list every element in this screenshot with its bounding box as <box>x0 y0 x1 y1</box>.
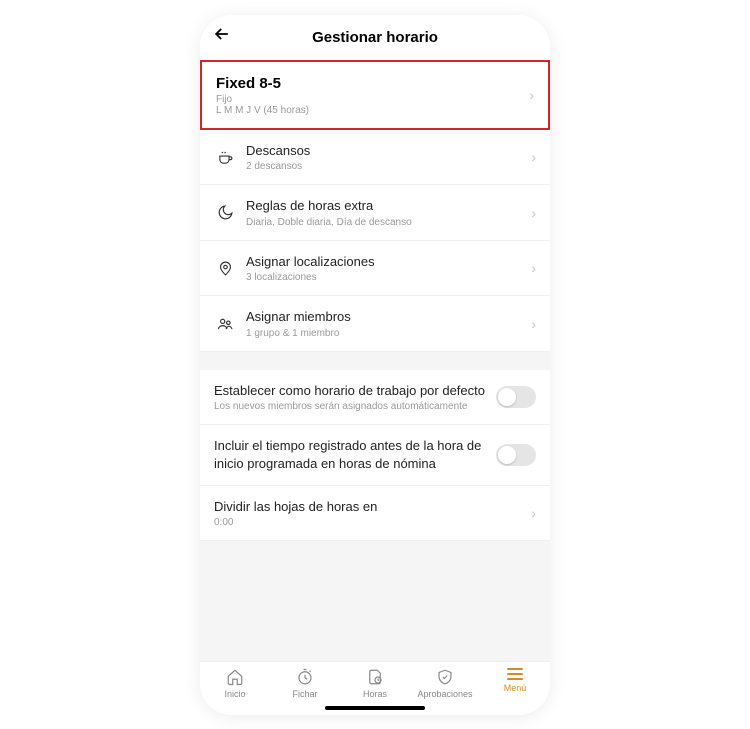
split-sheets-title: Dividir las hojas de horas en <box>214 498 523 516</box>
page-title: Gestionar horario <box>212 29 538 46</box>
stopwatch-icon <box>296 668 314 686</box>
members-title: Asignar miembros <box>246 308 523 326</box>
tab-home-label: Inicio <box>224 689 245 699</box>
cup-icon <box>214 146 236 168</box>
overtime-title: Reglas de horas extra <box>246 197 523 215</box>
tab-clock[interactable]: Fichar <box>270 668 340 699</box>
include-before-title: Incluir el tiempo registrado antes de la… <box>214 437 488 472</box>
section-gap <box>200 352 550 370</box>
overtime-sub: Diaria, Doble diaria, Día de descanso <box>246 217 523 228</box>
schedule-type: Fijo <box>216 94 521 105</box>
members-sub: 1 grupo & 1 miembro <box>246 328 523 339</box>
split-sheets-row[interactable]: Dividir las hojas de horas en 0:00 › <box>200 486 550 542</box>
split-sheets-value: 0:00 <box>214 517 523 528</box>
back-button[interactable] <box>212 24 232 50</box>
chevron-right-icon: › <box>531 316 536 332</box>
document-clock-icon <box>366 668 384 686</box>
default-schedule-sub: Los nuevos miembros serán asignados auto… <box>214 401 488 412</box>
tab-menu[interactable]: Menú <box>480 668 550 699</box>
default-schedule-title: Establecer como horario de trabajo por d… <box>214 382 488 400</box>
tab-menu-label: Menú <box>504 683 527 693</box>
schedule-name-row[interactable]: Fixed 8-5 Fijo L M M J V (45 horas) › <box>200 60 550 130</box>
tab-home[interactable]: Inicio <box>200 668 270 699</box>
locations-title: Asignar localizaciones <box>246 253 523 271</box>
home-icon <box>226 668 244 686</box>
chevron-right-icon: › <box>531 505 536 521</box>
include-before-toggle[interactable] <box>496 444 536 466</box>
people-icon <box>214 313 236 335</box>
members-row[interactable]: Asignar miembros 1 grupo & 1 miembro › <box>200 296 550 352</box>
chevron-right-icon: › <box>531 149 536 165</box>
breaks-sub: 2 descansos <box>246 161 523 172</box>
tab-hours-label: Horas <box>363 689 387 699</box>
shield-check-icon <box>436 668 454 686</box>
chevron-right-icon: › <box>531 260 536 276</box>
default-schedule-toggle[interactable] <box>496 386 536 408</box>
tab-hours[interactable]: Horas <box>340 668 410 699</box>
home-indicator <box>325 706 425 710</box>
content-scroll[interactable]: Fixed 8-5 Fijo L M M J V (45 horas) › De… <box>200 60 550 661</box>
include-before-row[interactable]: Incluir el tiempo registrado antes de la… <box>200 425 550 485</box>
schedule-name: Fixed 8-5 <box>216 74 521 94</box>
tab-clock-label: Fichar <box>292 689 317 699</box>
tab-approvals[interactable]: Aprobaciones <box>410 668 480 699</box>
empty-space <box>200 541 550 660</box>
locations-sub: 3 localizaciones <box>246 272 523 283</box>
tab-approvals-label: Aprobaciones <box>417 689 472 699</box>
default-schedule-row[interactable]: Establecer como horario de trabajo por d… <box>200 370 550 426</box>
locations-row[interactable]: Asignar localizaciones 3 localizaciones … <box>200 241 550 297</box>
breaks-title: Descansos <box>246 142 523 160</box>
phone-frame: Gestionar horario Fixed 8-5 Fijo L M M J… <box>200 15 550 715</box>
schedule-summary: L M M J V (45 horas) <box>216 105 521 116</box>
moon-icon <box>214 202 236 224</box>
menu-icon <box>506 668 524 680</box>
chevron-right-icon: › <box>531 205 536 221</box>
header: Gestionar horario <box>200 15 550 60</box>
overtime-row[interactable]: Reglas de horas extra Diaria, Doble diar… <box>200 185 550 241</box>
breaks-row[interactable]: Descansos 2 descansos › <box>200 130 550 186</box>
arrow-left-icon <box>212 24 232 44</box>
location-pin-icon <box>214 257 236 279</box>
chevron-right-icon: › <box>529 87 534 103</box>
